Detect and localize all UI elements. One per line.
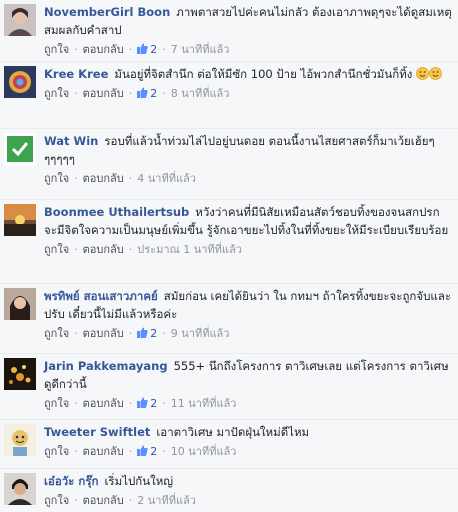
timestamp[interactable]: 7 นาทีที่แล้ว <box>171 43 230 56</box>
like-link[interactable]: ถูกใจ <box>44 87 69 100</box>
like-link[interactable]: ถูกใจ <box>44 494 69 507</box>
comment-author[interactable]: Kree Kree <box>44 67 108 81</box>
comment-author[interactable]: Wat Win <box>44 134 98 148</box>
timestamp[interactable]: 8 นาทีที่แล้ว <box>171 87 230 100</box>
reply-link[interactable]: ตอบกลับ <box>83 445 124 458</box>
reply-link[interactable]: ตอบกลับ <box>83 243 124 256</box>
like-count[interactable]: 2 <box>137 87 157 100</box>
smile-emoji-icon <box>429 67 442 80</box>
like-link[interactable]: ถูกใจ <box>44 445 69 458</box>
comment-text: เอาตาวิเศษ มาปัดฝุ่นใหม่ดีไหม <box>156 425 310 439</box>
avatar[interactable] <box>4 66 36 98</box>
reply-link[interactable]: ตอบกลับ <box>83 494 124 507</box>
thumbs-up-icon <box>137 87 148 98</box>
comment-author[interactable]: เอ๋อวัะ กรุ๊ก <box>44 474 99 488</box>
comment-item: Wat Win รอบที่แล้วน้ำท่วมไล่ไปอยู่บนดอย ต… <box>0 129 458 200</box>
timestamp[interactable]: 2 นาทีที่แล้ว <box>137 494 196 507</box>
avatar[interactable] <box>4 288 36 320</box>
avatar[interactable] <box>4 133 36 165</box>
comment-item: Tweeter Swiftlet เอาตาวิเศษ มาปัดฝุ่นใหม่… <box>0 420 458 469</box>
like-link[interactable]: ถูกใจ <box>44 397 69 410</box>
like-link[interactable]: ถูกใจ <box>44 327 69 340</box>
timestamp[interactable]: 10 นาทีที่แล้ว <box>171 445 237 458</box>
comment-item: Boonmee Uthailertsub หวังว่าคนที่มีนิสัยเ… <box>0 200 458 284</box>
like-count[interactable]: 2 <box>137 397 157 410</box>
comment-item: เอ๋อวัะ กรุ๊ก เริ่มไปกันใหญ่ ถูกใจ · ตอบกลั… <box>0 469 458 512</box>
comment-author[interactable]: Tweeter Swiftlet <box>44 425 150 439</box>
like-count[interactable]: 2 <box>137 445 157 458</box>
reply-link[interactable]: ตอบกลับ <box>83 397 124 410</box>
smile-emoji-icon <box>416 67 429 80</box>
comment-author[interactable]: พรทิพย์ สอนเสาวภาคย์ <box>44 289 158 303</box>
comment-item: Kree Kree มันอยู่ที่จิตสำนึก ต่อให้มีซัก … <box>0 62 458 129</box>
like-count[interactable]: 2 <box>137 43 157 56</box>
avatar[interactable] <box>4 4 36 36</box>
comment-author[interactable]: NovemberGirl Boon <box>44 5 170 19</box>
avatar[interactable] <box>4 473 36 505</box>
comment-text: รอบที่แล้วน้ำท่วมไล่ไปอยู่บนดอย ตอนนี้งา… <box>44 134 435 166</box>
avatar[interactable] <box>4 204 36 236</box>
comment-text: มันอยู่ที่จิตสำนึก ต่อให้มีซัก 100 ป้าย … <box>114 67 413 81</box>
reply-link[interactable]: ตอบกลับ <box>83 87 124 100</box>
avatar[interactable] <box>4 358 36 390</box>
timestamp[interactable]: 9 นาทีที่แล้ว <box>171 327 230 340</box>
timestamp[interactable]: 11 นาทีที่แล้ว <box>171 397 237 410</box>
avatar[interactable] <box>4 424 36 456</box>
like-link[interactable]: ถูกใจ <box>44 43 69 56</box>
reply-link[interactable]: ตอบกลับ <box>83 327 124 340</box>
like-link[interactable]: ถูกใจ <box>44 243 69 256</box>
thumbs-up-icon <box>137 327 148 338</box>
comment-item: NovemberGirl Boon ภาพตาสวยไปค่ะคนไม่กลัว … <box>0 0 458 62</box>
comment-text: เริ่มไปกันใหญ่ <box>104 474 174 488</box>
comment-item: Jarin Pakkemayang 555+ นึกถึงโครงการ ตาวิ… <box>0 354 458 420</box>
thumbs-up-icon <box>137 445 148 456</box>
like-link[interactable]: ถูกใจ <box>44 172 69 185</box>
timestamp[interactable]: ประมาณ 1 นาทีที่แล้ว <box>137 243 242 256</box>
like-count[interactable]: 2 <box>137 327 157 340</box>
timestamp[interactable]: 4 นาทีที่แล้ว <box>137 172 196 185</box>
thumbs-up-icon <box>137 397 148 408</box>
comment-item: พรทิพย์ สอนเสาวภาคย์ สมัยก่อน เคยได้ยินว่… <box>0 284 458 354</box>
comment-list: NovemberGirl Boon ภาพตาสวยไปค่ะคนไม่กลัว … <box>0 0 458 512</box>
thumbs-up-icon <box>137 43 148 54</box>
reply-link[interactable]: ตอบกลับ <box>83 43 124 56</box>
reply-link[interactable]: ตอบกลับ <box>83 172 124 185</box>
comment-author[interactable]: Jarin Pakkemayang <box>44 359 168 373</box>
comment-author[interactable]: Boonmee Uthailertsub <box>44 205 189 219</box>
